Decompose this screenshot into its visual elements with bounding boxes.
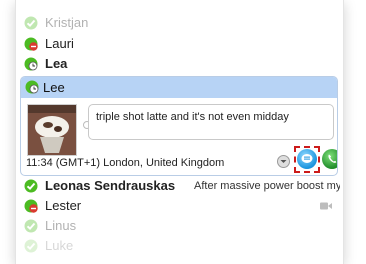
video-camera-icon bbox=[320, 202, 332, 210]
contact-row-linus[interactable]: Linus bbox=[19, 216, 340, 236]
contact-row-lester[interactable]: Lester bbox=[19, 196, 340, 216]
avatar-image-icon bbox=[28, 105, 76, 155]
contact-name: Lester bbox=[45, 198, 82, 213]
away-clock-icon bbox=[25, 80, 39, 94]
location-text: London, United Kingdom bbox=[103, 157, 225, 169]
contact-row-leonas[interactable]: Leonas Sendrauskas After massive power b… bbox=[19, 176, 340, 196]
contact-row-kristjan[interactable]: Kristjan bbox=[19, 13, 340, 33]
mood-message: triple shot latte and it's not even midd… bbox=[88, 104, 334, 140]
away-clock-icon bbox=[24, 57, 38, 71]
contact-list-panel: Kristjan Lauri Lea Lee triple shot latte… bbox=[15, 0, 344, 264]
contact-row-lauri[interactable]: Lauri bbox=[19, 34, 340, 54]
contact-name: Lea bbox=[45, 56, 68, 71]
online-check-icon bbox=[24, 239, 38, 253]
phone-icon bbox=[328, 154, 337, 163]
contact-name: Linus bbox=[45, 218, 77, 233]
contact-row-luke[interactable]: Luke bbox=[19, 236, 340, 256]
contact-name: Leonas Sendrauskas bbox=[45, 178, 176, 193]
call-button[interactable] bbox=[322, 149, 337, 169]
expanded-contact-card: Lee triple shot latte and it's not even … bbox=[20, 76, 338, 176]
do-not-disturb-icon bbox=[24, 37, 38, 51]
location-line: 11:34 (GMT+1) London, United Kingdom bbox=[26, 157, 224, 169]
chevron-down-icon bbox=[280, 160, 287, 163]
more-options-dropdown[interactable] bbox=[277, 155, 290, 168]
contact-row-lee[interactable]: Lee bbox=[21, 77, 337, 98]
online-check-icon bbox=[24, 219, 38, 233]
contact-row-lea[interactable]: Lea bbox=[19, 54, 340, 74]
contact-avatar bbox=[27, 104, 77, 156]
chat-bubble-icon bbox=[301, 154, 313, 163]
contact-mood-message: After massive power boost my Z... bbox=[194, 180, 340, 192]
contact-name: Luke bbox=[45, 238, 74, 253]
do-not-disturb-icon bbox=[24, 199, 38, 213]
online-check-icon bbox=[24, 16, 38, 30]
contact-name: Lauri bbox=[45, 36, 74, 51]
contact-name: Kristjan bbox=[45, 15, 89, 30]
local-time: 11:34 (GMT+1) bbox=[26, 157, 101, 169]
chat-button[interactable] bbox=[297, 149, 317, 169]
online-check-icon bbox=[24, 179, 38, 193]
contact-name: Lee bbox=[43, 80, 65, 95]
